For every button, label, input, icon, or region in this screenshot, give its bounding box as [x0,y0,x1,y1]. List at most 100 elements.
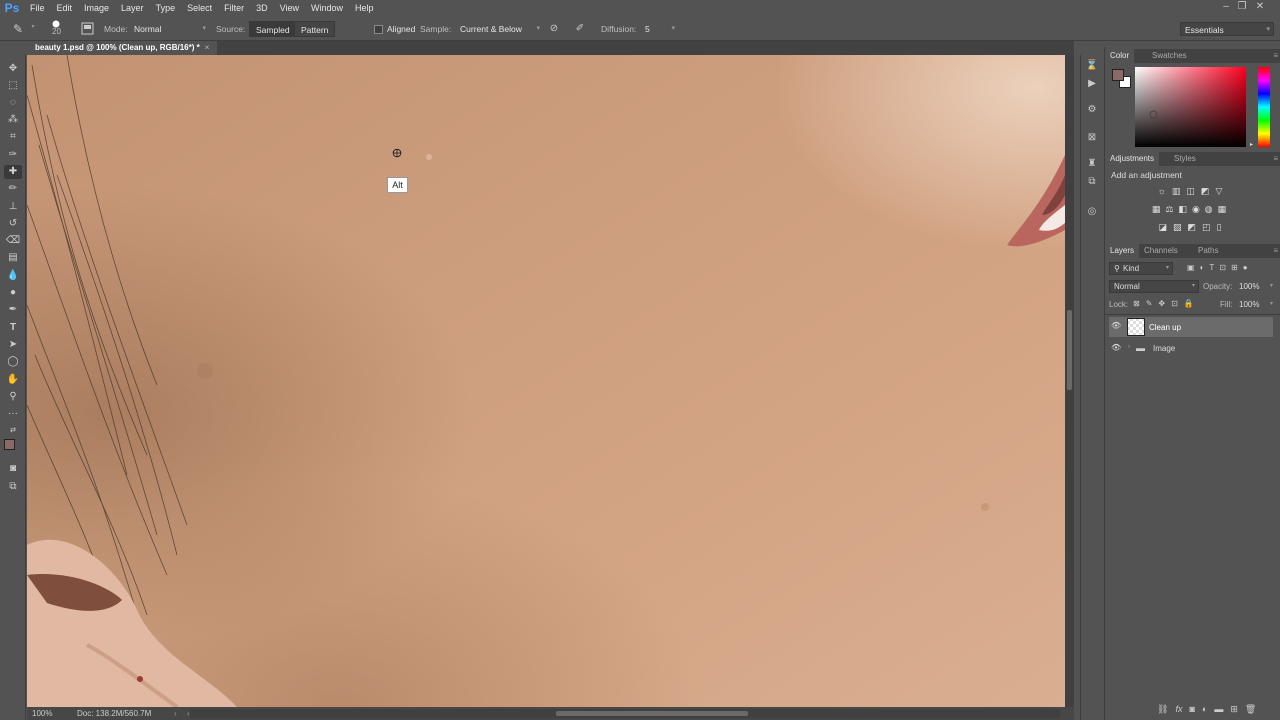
layer-row-image[interactable]: 👁 › ▬ Image [1109,339,1273,359]
history-panel-icon[interactable]: ⌛ [1084,59,1100,73]
type-layer-filter-icon[interactable]: T [1209,263,1214,275]
sample-dropdown[interactable]: Current & Below ▾ [460,22,540,36]
gradient-tool-icon[interactable]: ▤ [4,251,22,265]
hue-saturation-icon[interactable]: ▦ [1152,204,1161,216]
clone-stamp-tool-icon[interactable]: ⊥ [4,200,22,214]
clone-source-panel-icon[interactable]: ♜ [1084,157,1100,171]
tab-adjustments[interactable]: Adjustments [1105,152,1160,166]
fill-value[interactable]: 100% [1239,300,1259,309]
color-balance-icon[interactable]: ⚖ [1165,204,1173,216]
lock-position-icon[interactable]: ✥ [1158,299,1165,311]
gradient-map-icon[interactable]: ▯ [1217,222,1222,234]
menu-help[interactable]: Help [349,0,380,17]
tab-swatches[interactable]: Swatches [1147,49,1192,63]
foreground-color-swatch[interactable] [4,439,15,450]
character-panel-icon[interactable]: ⧉ [1084,175,1100,189]
selective-color-icon[interactable]: ◰ [1202,222,1211,234]
panel-menu-icon[interactable]: ≡ [1273,244,1278,258]
add-mask-icon[interactable]: ◙ [1189,704,1194,716]
quick-selection-tool-icon[interactable]: ⁂ [4,113,22,127]
hue-slider[interactable] [1258,67,1270,147]
lock-transparent-icon[interactable]: ⊠ [1133,299,1140,311]
crop-tool-icon[interactable]: ⌗ [4,130,22,144]
properties-panel-icon[interactable]: ⚙ [1084,103,1100,117]
spot-healing-brush-tool-icon[interactable]: ✚ [4,165,22,179]
brush-settings-icon[interactable] [80,22,94,36]
vertical-scrollbar[interactable] [1065,55,1074,707]
move-tool-icon[interactable]: ✥ [4,62,22,76]
pressure-size-icon[interactable]: ✐ [573,22,587,36]
pattern-button[interactable]: Pattern [294,21,336,37]
tab-channels[interactable]: Channels [1139,244,1183,258]
panel-menu-icon[interactable]: ≡ [1273,49,1278,63]
screen-mode-icon[interactable]: ⧉ [4,480,22,494]
channel-mixer-icon[interactable]: ◍ [1205,204,1213,216]
hand-tool-icon[interactable]: ✋ [4,373,22,387]
swap-colors-icon[interactable]: ⇄ [4,424,22,438]
brush-panel-icon[interactable]: ⊠ [1084,131,1100,145]
path-selection-tool-icon[interactable]: ➤ [4,338,22,352]
horizontal-scrollbar[interactable] [190,709,1060,718]
lasso-tool-icon[interactable]: ◌ [4,96,22,110]
document-canvas[interactable] [27,55,1065,707]
photo-filter-icon[interactable]: ◉ [1192,204,1200,216]
tab-paths[interactable]: Paths [1193,244,1223,258]
workspace-dropdown[interactable]: Essentials ▾ [1180,22,1274,36]
diffusion-dropdown[interactable]: 5 ▾ [645,22,675,36]
menu-file[interactable]: File [24,0,51,17]
tab-layers[interactable]: Layers [1105,244,1140,258]
pen-tool-icon[interactable]: ✒ [4,303,22,317]
blend-mode-dropdown[interactable]: Normal ▾ [1109,280,1199,293]
invert-icon[interactable]: ◪ [1158,222,1167,234]
delete-layer-icon[interactable]: 🗑 [1245,704,1256,716]
brightness-contrast-icon[interactable]: ☼ [1158,186,1166,198]
new-adjustment-layer-icon[interactable]: ◐ [1202,704,1207,716]
new-layer-icon[interactable]: ⊞ [1230,704,1238,716]
actions-panel-icon[interactable]: ▶ [1084,77,1100,91]
tab-color[interactable]: Color [1105,49,1135,63]
menu-type[interactable]: Type [150,0,182,17]
tool-preset-chevron-icon[interactable]: ▾ [29,23,37,30]
horizontal-scroll-thumb[interactable] [556,711,748,716]
adjustment-layer-filter-icon[interactable]: ◐ [1200,263,1205,275]
lock-all-icon[interactable]: 🔒 [1184,299,1194,311]
vibrance-icon[interactable]: ▽ [1215,186,1222,198]
black-white-icon[interactable]: ◧ [1178,204,1187,216]
document-tab[interactable]: beauty 1.psd @ 100% (Clean up, RGB/16*) … [27,41,218,55]
posterize-icon[interactable]: ▨ [1173,222,1182,234]
chevron-down-icon[interactable]: ▾ [1270,282,1273,289]
layer-filter-dropdown[interactable]: ⚲ Kind ▾ [1109,262,1173,275]
pixel-layer-filter-icon[interactable]: ▣ [1187,263,1195,275]
color-lookup-icon[interactable]: ▦ [1218,204,1227,216]
lock-artboard-icon[interactable]: ⊡ [1171,299,1178,311]
levels-icon[interactable]: ▥ [1172,186,1181,198]
ignore-adjustment-layers-icon[interactable]: ⊘ [547,22,561,36]
status-menu-arrow-icon[interactable]: › [174,707,177,720]
hue-slider-handle-icon[interactable]: ▸ [1250,141,1253,148]
menu-layer[interactable]: Layer [115,0,150,17]
fx-icon[interactable]: fx [1175,704,1182,716]
smart-object-filter-icon[interactable]: ⊞ [1231,263,1238,275]
tab-styles[interactable]: Styles [1169,152,1201,166]
menu-window[interactable]: Window [305,0,349,17]
minimize-icon[interactable]: – [1218,0,1234,14]
visibility-eye-icon[interactable]: 👁 [1111,343,1121,353]
curves-icon[interactable]: ◫ [1186,186,1195,198]
menu-view[interactable]: View [274,0,305,17]
brush-tool-icon[interactable]: ✏ [4,182,22,196]
menu-3d[interactable]: 3D [250,0,274,17]
visibility-eye-icon[interactable]: 👁 [1111,321,1121,331]
restore-icon[interactable]: ❐ [1234,0,1250,14]
more-tools-icon[interactable]: ··· [4,407,22,421]
color-panel-foreground-swatch[interactable] [1112,69,1124,81]
mode-dropdown[interactable]: Normal ▾ [134,22,206,36]
zoom-tool-icon[interactable]: ⚲ [4,390,22,404]
chevron-down-icon[interactable]: ▾ [1270,300,1273,307]
menu-select[interactable]: Select [181,0,218,17]
sampled-button[interactable]: Sampled [249,21,297,37]
filter-toggle-icon[interactable]: ● [1243,263,1248,275]
link-layers-icon[interactable]: ⛓ [1157,704,1168,716]
history-brush-tool-icon[interactable]: ↺ [4,217,22,231]
eyedropper-tool-icon[interactable]: ✑ [4,148,22,162]
menu-image[interactable]: Image [78,0,115,17]
